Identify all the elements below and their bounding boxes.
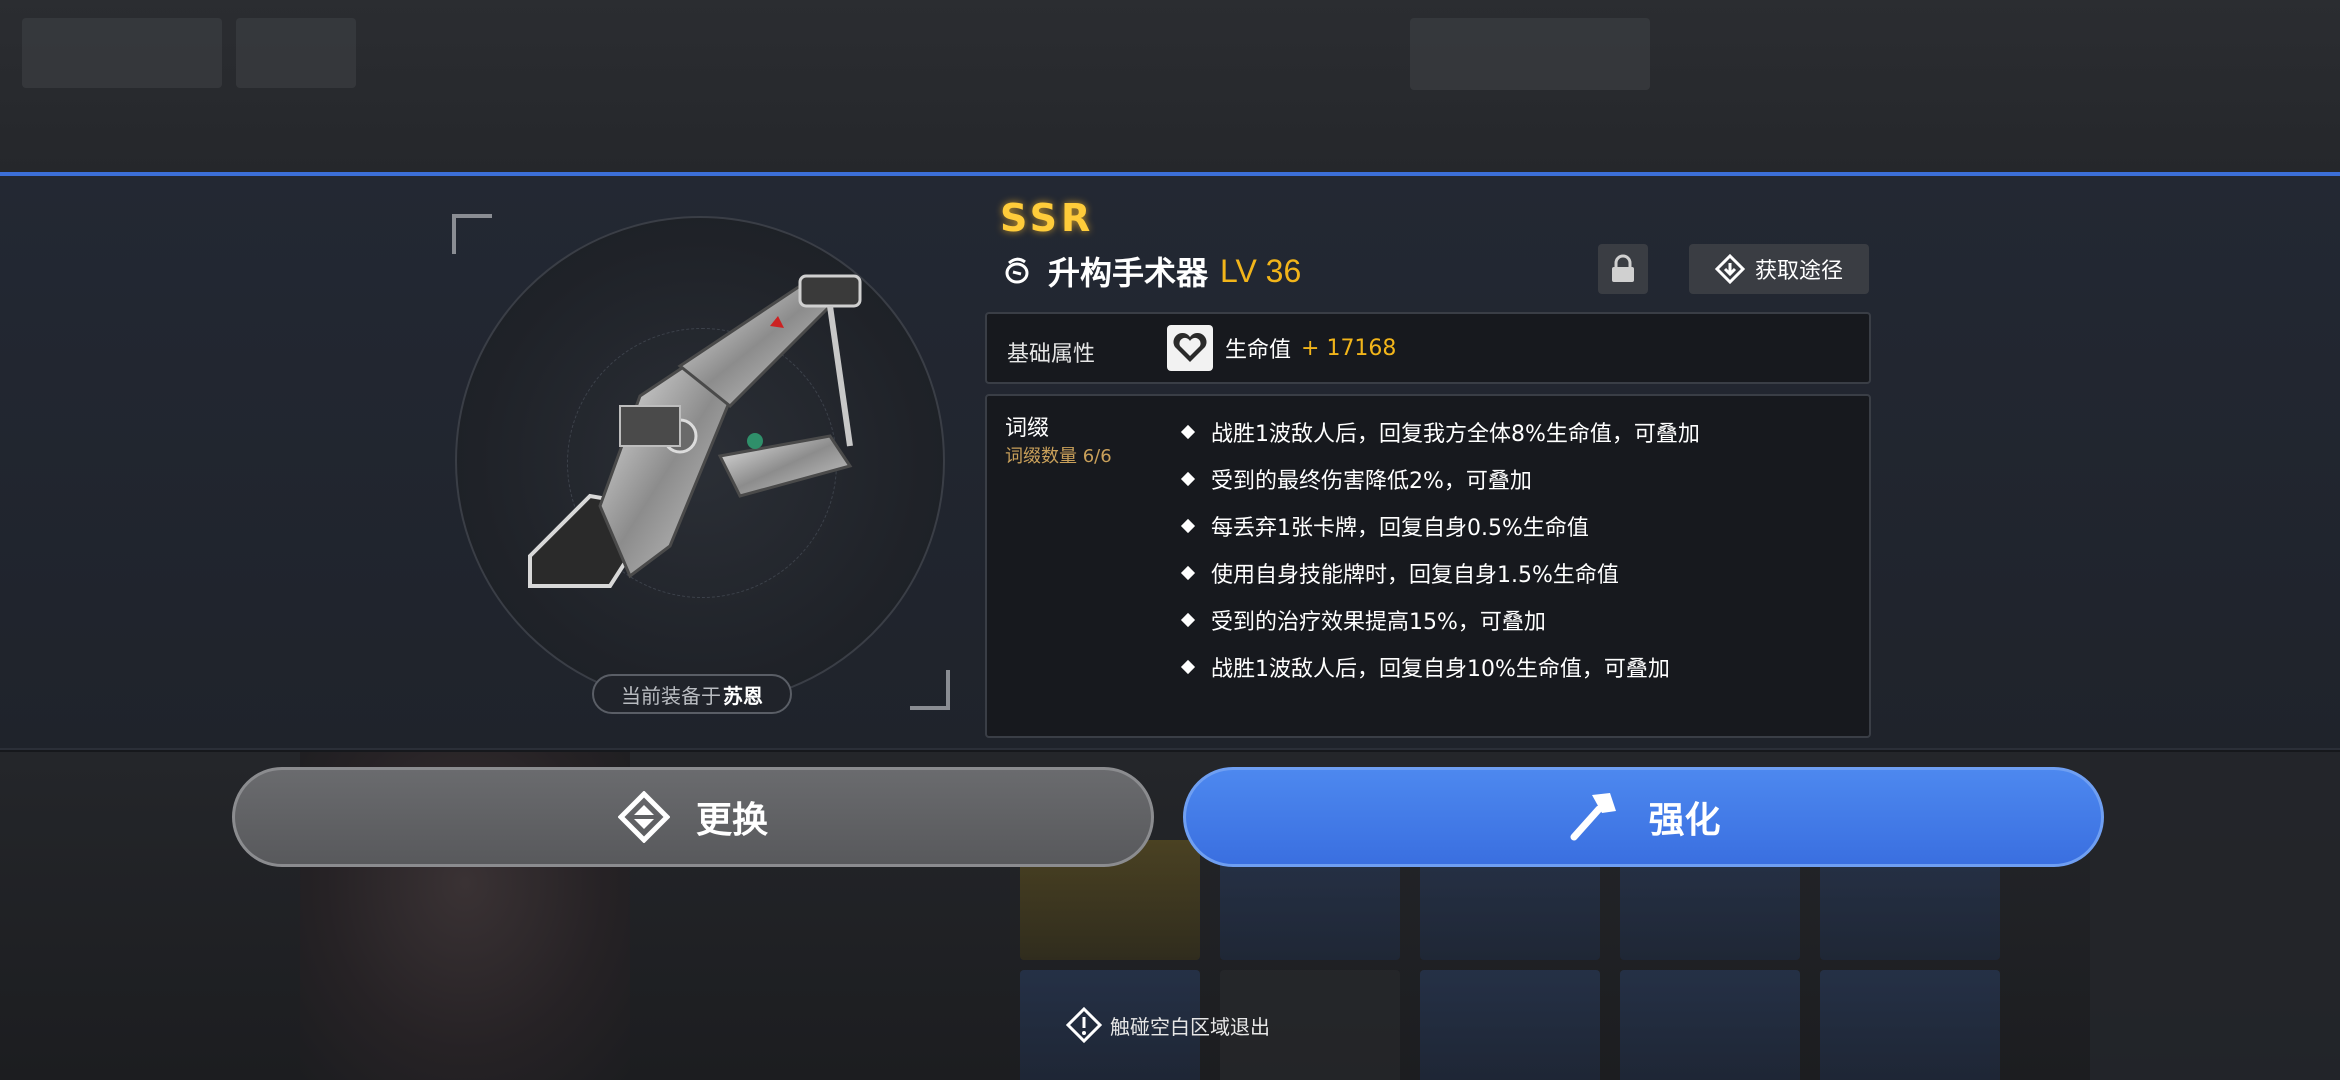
item-name-row: 升构手术器 LV 36 — [1000, 248, 1301, 294]
equipped-to-badge: 当前装备于 苏恩 — [592, 674, 792, 714]
affix-text: 使用自身技能牌时，回复自身1.5%生命值 — [1211, 562, 1619, 588]
bullet-icon — [1180, 518, 1196, 533]
corner-bracket-top-left — [452, 214, 492, 254]
swap-icon — [617, 791, 670, 843]
background-card — [1420, 970, 1600, 1080]
swap-button[interactable]: 更换 — [232, 767, 1154, 867]
item-type-icon — [1005, 257, 1029, 284]
equipped-prefix: 当前装备于 — [621, 683, 721, 708]
heart-icon — [1167, 325, 1213, 371]
affix-count: 词缀数量 6/6 — [1005, 446, 1112, 467]
affix-list: 战胜1波敌人后，回复我方全体8%生命值，可叠加 受到的最终伤害降低2%，可叠加 … — [1180, 408, 1700, 690]
warning-diamond-icon — [1066, 1007, 1102, 1043]
affix-item: 使用自身技能牌时，回复自身1.5%生命值 — [1180, 549, 1700, 596]
bullet-icon — [1180, 612, 1196, 627]
bullet-icon — [1180, 471, 1196, 486]
bullet-icon — [1180, 424, 1196, 439]
bullet-icon — [1180, 565, 1196, 580]
background-slab — [236, 18, 356, 88]
affix-title: 词缀 — [1005, 416, 1050, 441]
background-card — [1820, 970, 2000, 1080]
affix-text: 受到的治疗效果提高15%，可叠加 — [1211, 609, 1546, 635]
basic-attributes-label: 基础属性 — [1007, 342, 1096, 367]
stat-row: 生命值 + 17168 — [1167, 324, 1396, 372]
acquisition-source-button[interactable]: 获取途径 — [1689, 244, 1869, 294]
swap-label: 更换 — [695, 800, 768, 841]
background-card — [1620, 970, 1800, 1080]
affix-item: 战胜1波敌人后，回复我方全体8%生命值，可叠加 — [1180, 408, 1700, 455]
lock-icon — [1612, 254, 1634, 282]
exit-hint-text: 触碰空白区域退出 — [1110, 1014, 1270, 1039]
item-image — [528, 274, 862, 588]
affix-text: 战胜1波敌人后，回复我方全体8%生命值，可叠加 — [1211, 421, 1700, 447]
exit-hint: 触碰空白区域退出 — [1066, 1005, 1270, 1045]
affix-item: 受到的治疗效果提高15%，可叠加 — [1180, 596, 1700, 643]
affix-text: 战胜1波敌人后，回复自身10%生命值，可叠加 — [1211, 656, 1670, 682]
upgrade-label: 强化 — [1648, 800, 1721, 841]
equipped-character-name: 苏恩 — [723, 683, 763, 708]
background-side-list — [2090, 752, 2340, 1080]
background-slab — [1410, 18, 1650, 90]
affix-text: 受到的最终伤害降低2%，可叠加 — [1211, 468, 1532, 494]
affix-box: 词缀 词缀数量 6/6 战胜1波敌人后，回复我方全体8%生命值，可叠加 受到的最… — [985, 394, 1871, 738]
upgrade-button[interactable]: 强化 — [1183, 767, 2104, 867]
rarity-label: SSR — [1000, 196, 1095, 240]
item-level: LV 36 — [1220, 252, 1302, 289]
affix-item: 每丢弃1张卡牌，回复自身0.5%生命值 — [1180, 502, 1700, 549]
basic-attributes-box: 基础属性 生命值 + 17168 — [985, 312, 1871, 384]
affix-item: 受到的最终伤害降低2%，可叠加 — [1180, 455, 1700, 502]
background-slab — [22, 18, 222, 88]
bullet-icon — [1180, 659, 1196, 674]
diamond-arrow-icon — [1714, 254, 1745, 284]
affix-text: 每丢弃1张卡牌，回复自身0.5%生命值 — [1211, 515, 1589, 541]
stat-value: + 17168 — [1301, 335, 1397, 361]
hammer-icon — [1570, 793, 1617, 841]
stat-name: 生命值 — [1225, 338, 1292, 363]
affix-item: 战胜1波敌人后，回复自身10%生命值，可叠加 — [1180, 643, 1700, 690]
item-name: 升构手术器 — [1048, 254, 1209, 292]
lock-button[interactable] — [1598, 244, 1648, 294]
item-detail-panel: 当前装备于 苏恩 SSR 升构手术器 LV 36 获取途径 基础属性 生命值 +… — [0, 172, 2340, 750]
corner-bracket-bottom-right — [910, 670, 950, 710]
acquisition-source-label: 获取途径 — [1754, 259, 1843, 284]
